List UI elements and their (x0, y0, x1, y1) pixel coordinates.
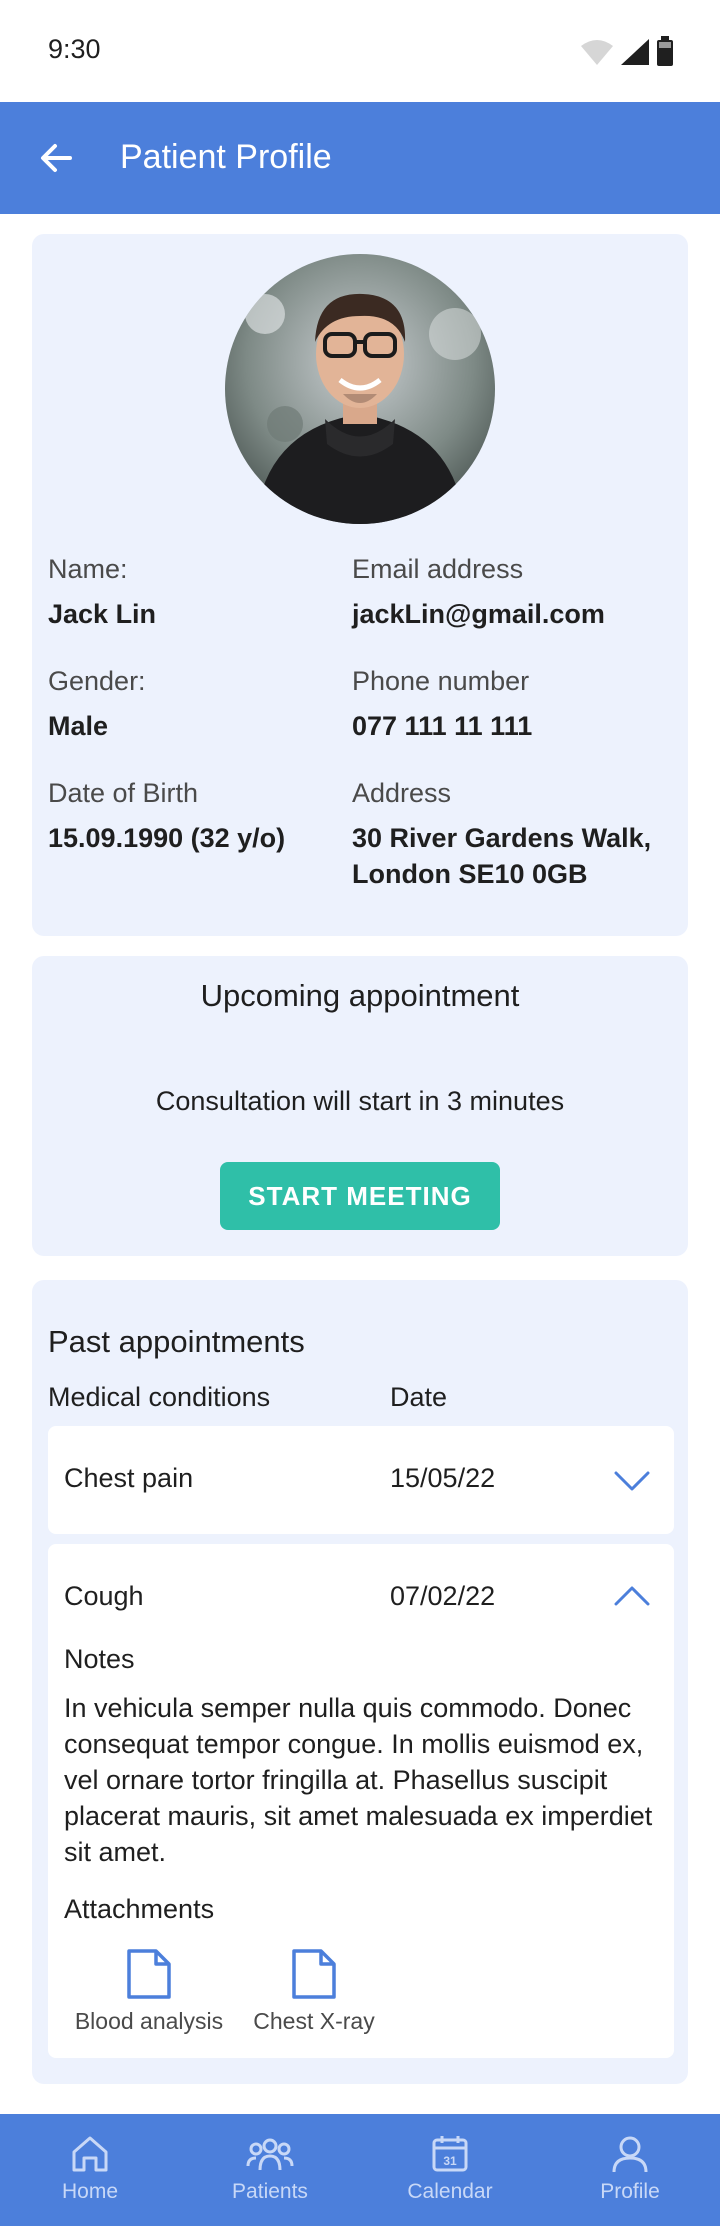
nav-patients-label: Patients (232, 2180, 308, 2203)
attachment-label: Blood analysis (74, 2008, 224, 2034)
start-meeting-button[interactable]: START MEETING (220, 1162, 500, 1230)
document-icon (127, 1949, 171, 1999)
battery-icon (657, 36, 673, 66)
profile-icon (612, 2136, 648, 2173)
row-date: 15/05/22 (390, 1463, 496, 1493)
profile-card: Name: Jack Lin Email address jackLin@gma… (32, 234, 688, 936)
gender-label: Gender: (48, 666, 146, 696)
upcoming-appointment-card: Upcoming appointment Consultation will s… (32, 956, 688, 1256)
bottom-navigation: Home Patients 31 Calendar Profile (0, 2114, 720, 2226)
row-condition: Chest pain (64, 1463, 194, 1493)
attachments-label: Attachments (64, 1894, 215, 1924)
name-value: Jack Lin (48, 599, 157, 629)
row-date: 07/02/22 (390, 1581, 496, 1611)
email-label: Email address (352, 554, 524, 584)
nav-profile-label: Profile (600, 2180, 660, 2203)
notes-text: In vehicula semper nulla quis commodo. D… (64, 1693, 653, 1867)
avatar (225, 254, 495, 524)
past-appointments-card: Past appointments Medical conditions Dat… (32, 1280, 688, 2084)
column-header-date: Date (390, 1382, 448, 1412)
calendar-day-number: 31 (443, 2154, 457, 2168)
chevron-up-icon[interactable] (614, 1584, 650, 1608)
gender-value: Male (48, 711, 109, 741)
status-bar: 9:30 (0, 0, 720, 102)
nav-calendar[interactable]: 31 Calendar (360, 2114, 540, 2226)
document-icon (292, 1949, 336, 1999)
address-line2: London SE10 0GB (352, 859, 588, 889)
app-bar: Patient Profile (0, 102, 720, 214)
nav-patients[interactable]: Patients (180, 2114, 360, 2226)
chevron-down-icon[interactable] (614, 1469, 650, 1493)
home-icon (72, 2136, 108, 2172)
past-appointments-title: Past appointments (48, 1324, 305, 1359)
column-header-conditions: Medical conditions (48, 1382, 271, 1412)
attachment-label: Chest X-ray (253, 2008, 375, 2034)
patients-icon (246, 2138, 294, 2171)
nav-home-label: Home (61, 2180, 119, 2203)
phone-value: 077 111 11 111 (352, 711, 533, 741)
nav-calendar-label: Calendar (407, 2180, 493, 2203)
row-condition: Cough (64, 1581, 144, 1611)
attachment-blood-analysis[interactable]: Blood analysis (64, 1948, 234, 2035)
upcoming-text: Consultation will start in 3 minutes (155, 1086, 565, 1116)
address-line1: 30 River Gardens Walk, (352, 823, 652, 853)
back-arrow-icon[interactable] (36, 138, 76, 178)
nav-profile[interactable]: Profile (540, 2114, 720, 2226)
dob-value: 15.09.1990 (32 y/o) (48, 823, 286, 853)
notes-label: Notes (64, 1644, 135, 1674)
email-value: jackLin@gmail.com (352, 599, 605, 629)
nav-home[interactable]: Home (0, 2114, 180, 2226)
page-title: Patient Profile (120, 138, 332, 176)
upcoming-title: Upcoming appointment (200, 978, 520, 1013)
signal-icon (621, 39, 649, 65)
attachment-chest-x-ray[interactable]: Chest X-ray (244, 1948, 384, 2035)
dob-label: Date of Birth (48, 778, 199, 808)
system-icons (580, 36, 674, 66)
appointment-row-cough[interactable]: Cough 07/02/22 Notes In vehicula semper … (48, 1544, 674, 2058)
name-label: Name: (48, 554, 128, 584)
address-label: Address (352, 778, 452, 808)
phone-label: Phone number (352, 666, 530, 696)
status-time: 9:30 (48, 34, 101, 64)
wifi-icon (581, 40, 613, 65)
calendar-icon: 31 (432, 2136, 468, 2172)
appointment-row-chest-pain[interactable]: Chest pain 15/05/22 (48, 1426, 674, 1534)
